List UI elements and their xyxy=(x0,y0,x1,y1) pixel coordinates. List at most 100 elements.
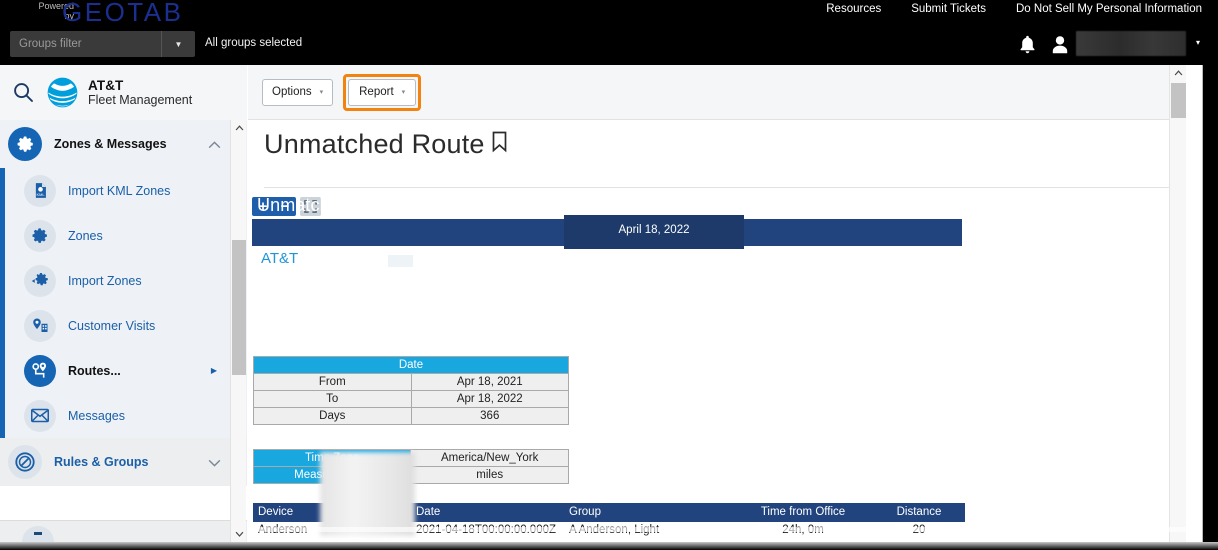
routes-pin-icon xyxy=(24,354,56,387)
groups-filter-input[interactable]: Groups filter xyxy=(10,38,161,50)
report-header-bar-right xyxy=(744,219,962,246)
scroll-up-arrow-icon[interactable] xyxy=(231,120,247,136)
brand-line2: Fleet Management xyxy=(88,93,193,108)
envelope-icon xyxy=(24,399,56,432)
report-date-range-table: Date From Apr 18, 2021 To Apr 18, 2022 D… xyxy=(253,356,569,425)
table-row: From Apr 18, 2021 xyxy=(253,373,569,391)
column-header-time-from-office: Time from Office xyxy=(760,506,846,518)
sidebar-item-messages[interactable]: Messages xyxy=(0,393,247,438)
sidebar-section-label: Zones & Messages xyxy=(54,137,167,151)
date-from-value: Apr 18, 2021 xyxy=(410,373,569,391)
date-from-label: From xyxy=(253,373,412,391)
date-to-label: To xyxy=(253,390,412,408)
link-resources[interactable]: Resources xyxy=(826,3,881,15)
measurements-value: miles xyxy=(410,466,569,484)
sidebar-item-label: Import Zones xyxy=(68,273,142,288)
sidebar-item-import-kml-zones[interactable]: KML Import KML Zones xyxy=(0,168,247,213)
date-days-label: Days xyxy=(253,407,412,425)
table-row: Days 366 xyxy=(253,407,569,425)
report-header-date: April 18, 2022 xyxy=(618,224,690,236)
top-navigation-links: Resources Submit Tickets Do Not Sell My … xyxy=(826,3,1202,15)
partial-icon xyxy=(22,526,54,542)
all-groups-selected-label: All groups selected xyxy=(205,37,303,49)
kml-document-icon: KML xyxy=(24,174,56,207)
user-menu-chevron-down-icon[interactable]: ▾ xyxy=(1196,38,1200,47)
chevron-down-icon: ▾ xyxy=(401,89,406,96)
report-header-date-block: April 18, 2022 xyxy=(564,215,744,249)
page-title-text: Unmatched Route xyxy=(264,129,485,159)
geotab-logo: GEOTAB xyxy=(62,0,184,27)
sidebar: AT&T Fleet Management Zones & Messages K… xyxy=(0,65,247,542)
sidebar-scrollbar-thumb[interactable] xyxy=(232,240,246,375)
window-bottom-shadow xyxy=(0,542,1218,550)
att-fleet-brand: AT&T Fleet Management xyxy=(46,76,192,109)
report-header-title: Unmatched Route Report xyxy=(257,195,464,215)
sidebar-section-zones-and-messages[interactable]: Zones & Messages xyxy=(0,120,247,168)
options-button-label: Options xyxy=(272,86,312,98)
sidebar-item-customer-visits[interactable]: Customer Visits xyxy=(0,303,247,348)
content-scrollbar[interactable] xyxy=(1169,65,1186,542)
window-right-edge xyxy=(1203,65,1218,542)
date-days-value: 366 xyxy=(410,407,569,425)
application-window: Powered by GEOTAB Resources Submit Ticke… xyxy=(0,0,1218,550)
link-do-not-sell[interactable]: Do Not Sell My Personal Information xyxy=(1016,3,1202,15)
report-toolbar: Options ▾ Report ▾ xyxy=(248,65,1186,120)
import-zones-icon xyxy=(24,264,56,297)
timezone-value: America/New_York xyxy=(410,449,569,467)
sidebar-item-label: Routes... xyxy=(68,363,121,378)
report-button[interactable]: Report ▾ xyxy=(348,78,417,106)
sidebar-section-rules-and-groups[interactable]: Rules & Groups xyxy=(0,438,247,486)
column-header-group: Group xyxy=(569,506,601,518)
chevron-down-icon[interactable] xyxy=(208,456,221,469)
report-button-label: Report xyxy=(359,86,394,98)
sidebar-item-label: Zones xyxy=(68,228,103,243)
scroll-up-arrow-icon[interactable] xyxy=(1170,65,1187,81)
sidebar-item-label: Customer Visits xyxy=(68,318,156,333)
chevron-down-icon: ▾ xyxy=(319,89,324,96)
divider xyxy=(264,187,1184,188)
table-row: Date xyxy=(253,356,569,374)
sidebar-header: AT&T Fleet Management xyxy=(0,65,247,120)
sidebar-scrollbar[interactable] xyxy=(230,120,246,542)
sidebar-item-import-zones[interactable]: Import Zones xyxy=(0,258,247,303)
scroll-down-arrow-icon[interactable] xyxy=(231,526,247,542)
att-globe-icon xyxy=(47,77,78,108)
decorative-block xyxy=(388,255,413,267)
top-header-bar: Powered by GEOTAB Resources Submit Ticke… xyxy=(0,0,1218,65)
column-header-date: Date xyxy=(416,506,441,518)
report-button-highlight: Report ▾ xyxy=(343,73,422,111)
sidebar-bottom-partial-item[interactable] xyxy=(0,520,247,542)
chevron-down-icon[interactable]: ▼ xyxy=(162,40,195,49)
chevron-right-icon[interactable]: ▶ xyxy=(211,366,217,375)
gear-icon xyxy=(24,219,56,252)
sidebar-item-zones[interactable]: Zones xyxy=(0,213,247,258)
sidebar-nav-scroll-area: Zones & Messages KML Import KML Zones Zo… xyxy=(0,120,247,542)
report-company-name: AT&T xyxy=(261,250,299,267)
bookmark-icon[interactable] xyxy=(491,129,508,160)
content-bottom-fade xyxy=(248,527,1186,532)
svg-text:KML: KML xyxy=(36,193,45,197)
customer-visits-pin-icon xyxy=(24,309,56,342)
sidebar-item-routes[interactable]: Routes... ▶ xyxy=(0,348,247,393)
user-avatar-icon[interactable] xyxy=(1048,31,1072,57)
sidebar-section-label: Rules & Groups xyxy=(54,455,149,469)
column-header-device: Device xyxy=(258,506,294,518)
notification-bell-icon[interactable] xyxy=(1014,31,1040,57)
gear-zones-icon xyxy=(8,127,42,161)
no-entry-icon xyxy=(8,445,42,479)
sidebar-item-label: Messages xyxy=(68,408,125,423)
table-row: To Apr 18, 2022 xyxy=(253,390,569,408)
link-submit-tickets[interactable]: Submit Tickets xyxy=(911,3,986,15)
sidebar-item-label: Import KML Zones xyxy=(68,183,171,198)
sidebar-subitems: KML Import KML Zones Zones Import Zones … xyxy=(0,168,247,438)
chevron-up-icon[interactable] xyxy=(208,138,221,151)
user-name-redacted xyxy=(1076,31,1186,56)
content-scrollbar-thumb[interactable] xyxy=(1171,83,1186,118)
main-window: AT&T Fleet Management Zones & Messages K… xyxy=(0,65,1203,542)
page-title: Unmatched Route xyxy=(264,129,508,160)
brand-line1: AT&T xyxy=(88,77,124,93)
groups-filter-dropdown[interactable]: Groups filter ▼ xyxy=(10,31,195,57)
options-button[interactable]: Options ▾ xyxy=(262,78,334,106)
date-table-header: Date xyxy=(253,356,569,374)
search-icon[interactable] xyxy=(0,65,46,120)
